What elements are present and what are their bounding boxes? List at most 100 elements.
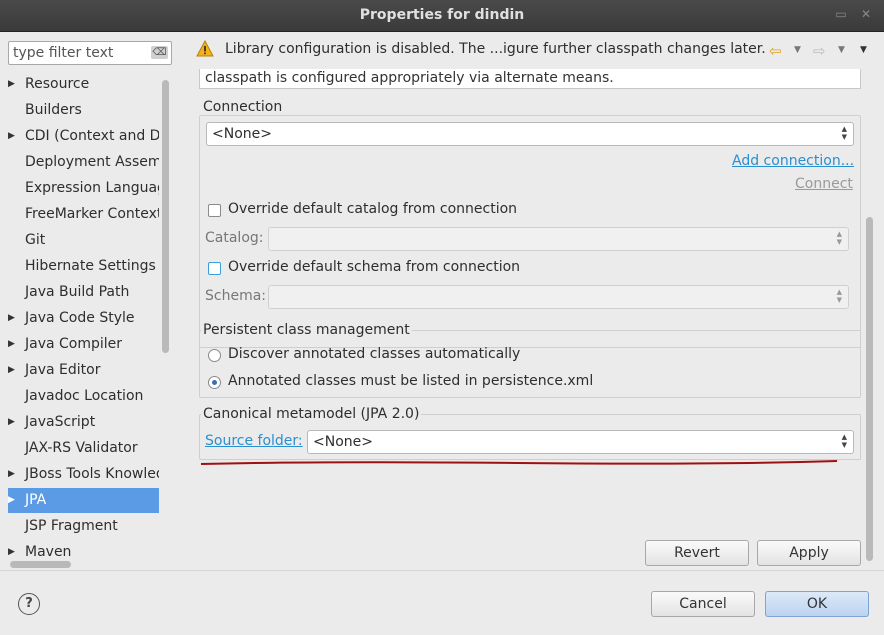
canonical-group-title: Canonical metamodel (JPA 2.0) bbox=[201, 406, 422, 422]
tree-item[interactable]: Git bbox=[8, 228, 159, 253]
expand-arrow-icon[interactable]: ▶ bbox=[8, 358, 20, 383]
add-connection-link[interactable]: Add connection... bbox=[732, 153, 854, 169]
tree-item-label: Javadoc Location bbox=[25, 388, 144, 404]
tree-item-label: Git bbox=[25, 232, 46, 248]
tree-item[interactable]: ▶ Java Code Style bbox=[8, 306, 159, 331]
description-box: classpath is configured appropriately vi… bbox=[199, 69, 861, 89]
spinner-icon: ▲ ▼ bbox=[836, 288, 842, 304]
discover-radio[interactable] bbox=[208, 349, 221, 362]
source-folder-combo[interactable]: <None> ▲ ▼ bbox=[307, 430, 854, 454]
tree-item-label: JSP Fragment bbox=[25, 518, 118, 534]
tree-item-label: JAX-RS Validator bbox=[25, 440, 138, 456]
tree-item-label: Expression Languag bbox=[25, 180, 159, 196]
schema-combo[interactable]: ▲ ▼ bbox=[268, 285, 849, 309]
forward-menu-icon[interactable]: ▼ bbox=[838, 45, 845, 55]
tree-item[interactable]: Java Build Path bbox=[8, 280, 159, 305]
expand-arrow-icon[interactable]: ▶ bbox=[8, 488, 20, 513]
tree-item[interactable]: ▶ CDI (Context and De bbox=[8, 124, 159, 149]
expand-arrow-icon[interactable]: ▶ bbox=[8, 124, 20, 149]
description-text: classpath is configured appropriately vi… bbox=[205, 70, 614, 86]
tree-vertical-scrollbar[interactable] bbox=[162, 80, 169, 353]
right-panel: Library configuration is disabled. The .… bbox=[185, 33, 884, 570]
view-menu-icon[interactable]: ▼ bbox=[860, 45, 867, 55]
tree-item-label: Resource bbox=[25, 76, 90, 92]
expand-arrow-icon[interactable]: ▶ bbox=[8, 540, 20, 557]
tree-item[interactable]: ▶ Maven bbox=[8, 540, 159, 557]
revert-button[interactable]: Revert bbox=[645, 540, 749, 566]
override-schema-label: Override default schema from connection bbox=[228, 259, 521, 275]
tree-item[interactable]: Expression Languag bbox=[8, 176, 159, 201]
close-icon[interactable]: ✕ bbox=[858, 6, 874, 22]
property-tree: ▶ Resource Builders ▶ CDI (Context and De Dep… bbox=[8, 71, 159, 557]
expand-arrow-icon[interactable]: ▶ bbox=[8, 410, 20, 435]
red-underline-annotation bbox=[200, 460, 838, 465]
listed-radio[interactable] bbox=[208, 376, 221, 389]
message-bar: Library configuration is disabled. The .… bbox=[193, 37, 883, 63]
ok-button[interactable]: OK bbox=[765, 591, 869, 617]
tree-item[interactable]: ▶ JPA bbox=[8, 488, 159, 513]
listed-label: Annotated classes must be listed in pers… bbox=[228, 373, 594, 389]
left-panel: ⌫ ▶ Resource Builders ▶ CDI (Context and De D… bbox=[0, 33, 184, 570]
forward-arrow-icon[interactable]: ⇨ bbox=[813, 42, 826, 60]
catalog-label: Catalog: bbox=[205, 230, 264, 246]
tree-item[interactable]: ▶ Java Editor bbox=[8, 358, 159, 383]
tree-item-label: Java Build Path bbox=[25, 284, 130, 300]
source-folder-link[interactable]: Source folder: bbox=[205, 433, 303, 449]
schema-label: Schema: bbox=[205, 288, 267, 304]
back-menu-icon[interactable]: ▼ bbox=[794, 45, 801, 55]
override-catalog-checkbox[interactable] bbox=[208, 204, 221, 217]
warning-icon bbox=[196, 40, 214, 57]
cancel-button[interactable]: Cancel bbox=[651, 591, 755, 617]
tree-item[interactable]: ▶ Java Compiler bbox=[8, 332, 159, 357]
tree-item-label: CDI (Context and De bbox=[25, 128, 159, 144]
tree-item-label: Java Code Style bbox=[25, 310, 135, 326]
tree-item[interactable]: ▶ Resource bbox=[8, 72, 159, 97]
title-bar: Properties for dindin ▭ ✕ bbox=[0, 0, 884, 32]
tree-item[interactable]: ▶ JavaScript bbox=[8, 410, 159, 435]
expand-arrow-icon[interactable]: ▶ bbox=[8, 72, 20, 97]
tree-horizontal-scrollbar[interactable] bbox=[10, 561, 71, 568]
connection-group-title: Connection bbox=[201, 99, 285, 115]
tree-item[interactable]: JAX-RS Validator bbox=[8, 436, 159, 461]
tree-item-label: Hibernate Settings bbox=[25, 258, 156, 274]
help-icon[interactable]: ? bbox=[18, 593, 40, 615]
tree-item-label: FreeMarker Context bbox=[25, 206, 159, 222]
source-folder-value: <None> bbox=[313, 434, 373, 450]
discover-label: Discover annotated classes automatically bbox=[228, 346, 521, 362]
spinner-icon: ▲ ▼ bbox=[836, 230, 842, 246]
tree-item[interactable]: Builders bbox=[8, 98, 159, 123]
message-text: Library configuration is disabled. The .… bbox=[225, 41, 766, 57]
filter-input[interactable] bbox=[13, 44, 148, 62]
clear-icon[interactable]: ⌫ bbox=[151, 46, 168, 59]
tree-item-label: Builders bbox=[25, 102, 82, 118]
tree-item-label: Java Editor bbox=[25, 362, 101, 378]
tree-item[interactable]: Javadoc Location bbox=[8, 384, 159, 409]
dialog-button-bar: ? Cancel OK bbox=[0, 570, 884, 635]
tree-item[interactable]: Deployment Assemb bbox=[8, 150, 159, 175]
tree-item-label: JBoss Tools Knowled bbox=[25, 466, 159, 482]
expand-arrow-icon[interactable]: ▶ bbox=[8, 462, 20, 487]
tree-item[interactable]: Hibernate Settings bbox=[8, 254, 159, 279]
tree-item-label: Java Compiler bbox=[25, 336, 123, 352]
properties-content: classpath is configured appropriately vi… bbox=[195, 69, 865, 501]
filter-field[interactable]: ⌫ bbox=[8, 41, 172, 65]
apply-button[interactable]: Apply bbox=[757, 540, 861, 566]
tree-item[interactable]: ▶ JBoss Tools Knowled bbox=[8, 462, 159, 487]
tree-item[interactable]: JSP Fragment bbox=[8, 514, 159, 539]
persistent-group-title: Persistent class management bbox=[201, 322, 412, 338]
tree-item-label: JPA bbox=[25, 492, 47, 508]
back-arrow-icon[interactable]: ⇦ bbox=[769, 42, 782, 60]
minimize-icon[interactable]: ▭ bbox=[833, 6, 849, 22]
expand-arrow-icon[interactable]: ▶ bbox=[8, 306, 20, 331]
connection-combo[interactable]: <None> ▲ ▼ bbox=[206, 122, 854, 146]
override-catalog-label: Override default catalog from connection bbox=[228, 201, 518, 217]
connect-link[interactable]: Connect bbox=[795, 176, 853, 192]
spinner-icon: ▲ ▼ bbox=[841, 125, 847, 141]
tree-item[interactable]: FreeMarker Context bbox=[8, 202, 159, 227]
catalog-combo[interactable]: ▲ ▼ bbox=[268, 227, 849, 251]
content-vertical-scrollbar[interactable] bbox=[866, 217, 873, 561]
tree-item-label: Deployment Assemb bbox=[25, 154, 159, 170]
tree-item-label: Maven bbox=[25, 544, 72, 557]
expand-arrow-icon[interactable]: ▶ bbox=[8, 332, 20, 357]
override-schema-checkbox[interactable] bbox=[208, 262, 221, 275]
